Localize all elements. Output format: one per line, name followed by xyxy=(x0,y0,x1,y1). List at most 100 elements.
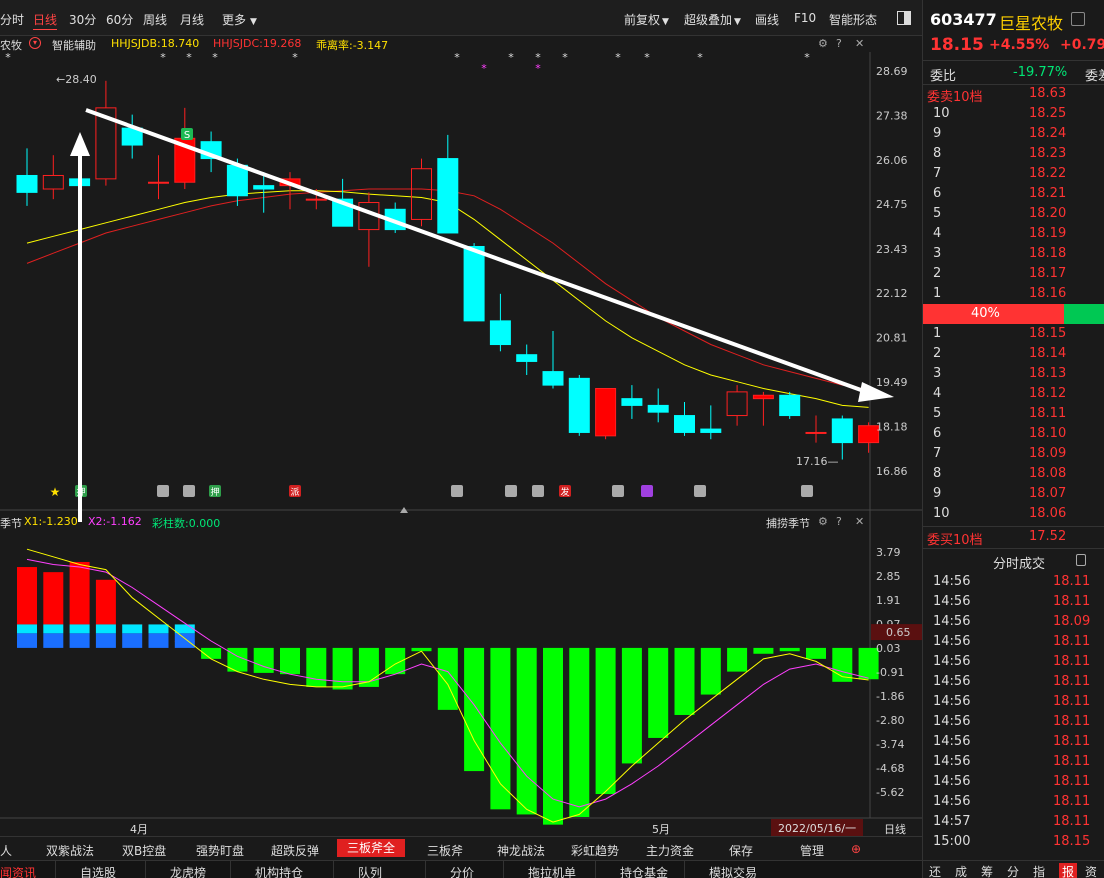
buy-level-row[interactable]: 1 18.15 xyxy=(923,326,1104,346)
panel-tab[interactable]: 分 xyxy=(1007,863,1019,878)
buy-level-row[interactable]: 2 18.14 xyxy=(923,346,1104,366)
bottom-nav-item[interactable]: 模拟交易 xyxy=(709,864,757,878)
sub-y-tick-label: -1.86 xyxy=(876,690,904,703)
buy-level-row[interactable]: 4 18.12 xyxy=(923,386,1104,406)
help-icon[interactable]: ? xyxy=(836,515,842,528)
sell-level-row[interactable]: 6 18.21 xyxy=(923,186,1104,206)
buy-level-row[interactable]: 8 18.08 xyxy=(923,466,1104,486)
sell-level-row[interactable]: 1 18.16 xyxy=(923,286,1104,306)
strategy-tab[interactable]: 保存 xyxy=(729,842,753,859)
bottom-nav-item[interactable]: 机构持仓 xyxy=(255,864,303,878)
draw-button[interactable]: 画线 xyxy=(755,11,779,28)
tick-price: 18.11 xyxy=(1053,574,1091,589)
tick-row: 14:56 18.11 xyxy=(923,574,1104,594)
strategy-tab[interactable]: 强势盯盘 xyxy=(196,842,244,859)
sell-level-row[interactable]: 4 18.19 xyxy=(923,226,1104,246)
bottom-nav-item[interactable]: 自选股 xyxy=(80,864,116,878)
bottom-nav-item[interactable]: 分价 xyxy=(450,864,474,878)
panel-tab[interactable]: 成 xyxy=(955,863,967,878)
dropdown-icon[interactable]: ▾ xyxy=(29,37,41,49)
panel-toggle-icon[interactable] xyxy=(897,11,911,25)
y-tick-label: 24.75 xyxy=(876,198,908,211)
bottom-nav-item[interactable]: 持仓基金 xyxy=(620,864,668,878)
bottom-nav-item[interactable]: 闻资讯 xyxy=(0,864,36,878)
sell-level-row[interactable]: 8 18.23 xyxy=(923,146,1104,166)
lock-icon[interactable] xyxy=(1071,12,1085,26)
buy-level-row[interactable]: 9 18.07 xyxy=(923,486,1104,506)
close-icon[interactable]: ✕ xyxy=(855,37,864,50)
sub-indicator-name[interactable]: 捕捞季节 xyxy=(766,515,810,531)
period-tab-monthly[interactable]: 月线 xyxy=(180,11,204,28)
adjust-button[interactable]: 前复权 ▼ xyxy=(624,11,669,28)
buy-level-row[interactable]: 5 18.11 xyxy=(923,406,1104,426)
bottom-nav-item[interactable]: 拖拉机单 xyxy=(528,864,576,878)
strategy-tab[interactable]: 彩虹趋势 xyxy=(571,842,619,859)
f10-button[interactable]: F10 xyxy=(794,11,816,25)
panel-tab[interactable]: 资 xyxy=(1085,863,1097,878)
sell-level-row[interactable]: 2 18.17 xyxy=(923,266,1104,286)
period-tab-intraday[interactable]: 分时 xyxy=(0,11,24,28)
level-number: 5 xyxy=(933,206,942,221)
more-button[interactable]: 更多 ▼ xyxy=(222,11,257,28)
smart-assist-label[interactable]: 智能辅助 xyxy=(52,37,96,53)
adjust-label: 前复权 xyxy=(624,13,661,27)
x-label-april: 4月 xyxy=(130,823,148,836)
settings-icon[interactable]: ⚙ xyxy=(818,515,828,528)
sell-level-row[interactable]: 10 18.25 xyxy=(923,106,1104,126)
tick-time: 14:56 xyxy=(933,594,971,609)
lock-icon[interactable] xyxy=(1076,554,1086,566)
macd-bar-positive xyxy=(43,572,64,625)
sell-level-row[interactable]: 5 18.20 xyxy=(923,206,1104,226)
tick-price: 18.11 xyxy=(1053,774,1091,789)
bottom-nav-item[interactable]: 队列 xyxy=(358,864,382,878)
period-tab-weekly[interactable]: 周线 xyxy=(143,11,167,28)
tick-price: 18.11 xyxy=(1053,714,1091,729)
panel-tab[interactable]: 还 xyxy=(929,863,941,878)
level-number: 7 xyxy=(933,166,942,181)
level-price: 18.10 xyxy=(1029,426,1067,441)
sub-y-tick-label: -4.68 xyxy=(876,762,904,775)
stock-name: 巨星农牧 xyxy=(999,14,1064,33)
help-icon[interactable]: ? xyxy=(836,37,842,50)
period-tab-30min[interactable]: 30分 xyxy=(69,11,96,28)
candle xyxy=(358,192,380,267)
y-tick-label: 27.38 xyxy=(876,109,908,122)
buy-level-row[interactable]: 7 18.09 xyxy=(923,446,1104,466)
strategy-tab[interactable]: 三板斧 xyxy=(427,842,463,859)
candle-body xyxy=(647,404,669,413)
hhjsjdb-value: HHJSJDB:18.740 xyxy=(111,37,200,50)
tick-price: 18.11 xyxy=(1053,814,1091,829)
panel-tab[interactable]: 指 xyxy=(1033,863,1045,878)
bottom-nav-item[interactable]: 龙虎榜 xyxy=(170,864,206,878)
sell-level-row[interactable]: 3 18.18 xyxy=(923,246,1104,266)
panel-tab[interactable]: 报 xyxy=(1059,863,1078,878)
expand-icon[interactable]: ⊕ xyxy=(851,842,861,856)
close-icon[interactable]: ✕ xyxy=(855,515,864,528)
smart-pattern-button[interactable]: 智能形态 xyxy=(829,11,877,28)
strategy-tab[interactable]: 人 xyxy=(0,842,12,859)
settings-icon[interactable]: ⚙ xyxy=(818,37,828,50)
buy-level-row[interactable]: 6 18.10 xyxy=(923,426,1104,446)
tick-price: 18.11 xyxy=(1053,594,1091,609)
strategy-tab[interactable]: 双紫战法 xyxy=(46,842,94,859)
panel-tab[interactable]: 筹 xyxy=(981,863,993,878)
buy-level-row[interactable]: 3 18.13 xyxy=(923,366,1104,386)
strategy-tab[interactable]: 超跌反弹 xyxy=(271,842,319,859)
strategy-tab[interactable]: 双B控盘 xyxy=(122,842,166,859)
strategy-tab[interactable]: 神龙战法 xyxy=(497,842,545,859)
strategy-tab[interactable]: 管理 xyxy=(800,842,824,859)
sell-level-row[interactable]: 9 18.24 xyxy=(923,126,1104,146)
star-marker: * xyxy=(508,52,514,64)
kline-chart[interactable]: ←28.40 17.16— 28.69 27.38 26.06 24.75 23.43 22… xyxy=(0,52,922,836)
candle-body xyxy=(595,387,617,437)
level-number: 10 xyxy=(933,506,950,521)
tick-row: 15:00 18.15 xyxy=(923,834,1104,854)
period-tab-60min[interactable]: 60分 xyxy=(106,11,133,28)
strategy-tab[interactable]: 三板斧全 xyxy=(337,839,406,857)
strategy-tab[interactable]: 主力资金 xyxy=(646,842,694,859)
overlay-button[interactable]: 超级叠加 ▼ xyxy=(684,11,741,28)
sell-level-row[interactable]: 7 18.22 xyxy=(923,166,1104,186)
buy-level-row[interactable]: 10 18.06 xyxy=(923,506,1104,526)
macd-bar xyxy=(253,647,274,673)
period-tab-daily[interactable]: 日线 xyxy=(33,11,58,30)
